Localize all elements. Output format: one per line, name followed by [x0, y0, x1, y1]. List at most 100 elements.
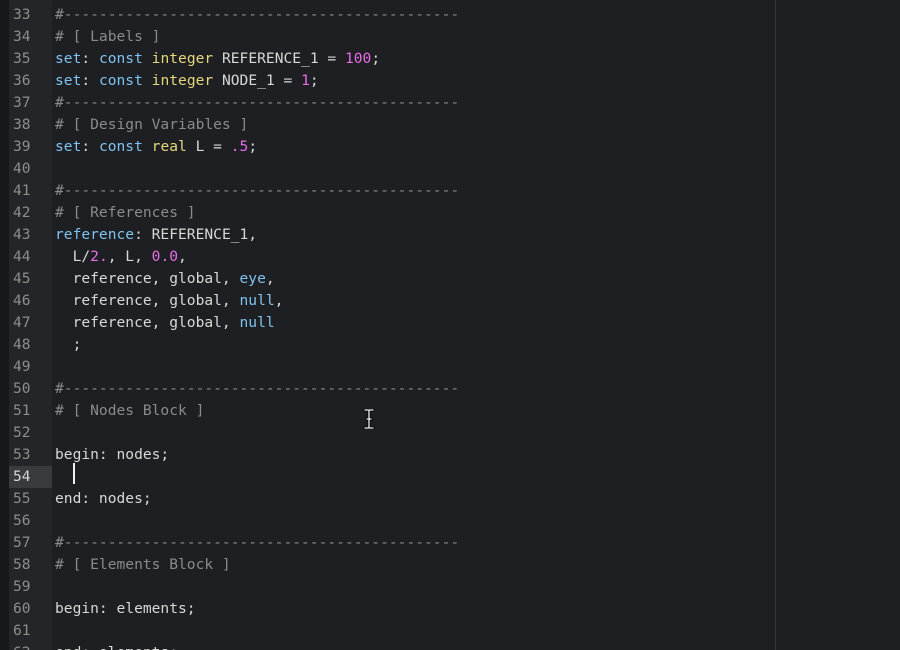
- code-line[interactable]: 60 begin: elements;: [0, 598, 900, 620]
- line-code[interactable]: set: const integer REFERENCE_1 = 100;: [55, 48, 380, 70]
- code-line[interactable]: 40: [0, 158, 900, 180]
- code-line[interactable]: 57 #-------------------------------------…: [0, 532, 900, 554]
- code-line[interactable]: 36 set: const integer NODE_1 = 1;: [0, 70, 900, 92]
- text-ibeam-cursor-icon: [363, 409, 375, 429]
- line-number: 34: [13, 28, 31, 45]
- line-code[interactable]: #---------------------------------------…: [55, 532, 459, 554]
- code-line[interactable]: 55 end: nodes;: [0, 488, 900, 510]
- code-line[interactable]: 37 #-------------------------------------…: [0, 92, 900, 114]
- code-token-plain: ,: [274, 292, 284, 309]
- code-token-plain: , L,: [107, 248, 152, 265]
- line-number: 59: [13, 578, 31, 595]
- code-line[interactable]: 51 # [ Nodes Block ]: [0, 400, 900, 422]
- code-line[interactable]: 33 #-------------------------------------…: [0, 4, 900, 26]
- line-number: 41: [13, 182, 31, 199]
- line-code[interactable]: #---------------------------------------…: [55, 180, 459, 202]
- code-token-comment: # [ Nodes Block ]: [55, 402, 205, 419]
- line-code[interactable]: # [ Nodes Block ]: [55, 400, 204, 422]
- code-token-type: integer: [151, 50, 214, 67]
- code-line[interactable]: 35 set: const integer REFERENCE_1 = 100;: [0, 48, 900, 70]
- code-token-plain: reference, global,: [55, 292, 240, 309]
- code-token-plain: NODE_1 =: [213, 72, 302, 89]
- text-caret: [73, 463, 75, 484]
- code-line[interactable]: 54: [0, 466, 900, 488]
- line-code[interactable]: reference: REFERENCE_1,: [55, 224, 257, 246]
- code-line[interactable]: 49: [0, 356, 900, 378]
- code-line[interactable]: 52: [0, 422, 900, 444]
- line-code[interactable]: reference, global, null: [55, 312, 275, 334]
- code-token-plain: REFERENCE_1 =: [213, 50, 345, 67]
- line-number: 35: [13, 50, 31, 67]
- line-number: 37: [13, 94, 31, 111]
- line-number: 48: [13, 336, 31, 353]
- line-code[interactable]: reference, global, eye,: [55, 268, 275, 290]
- code-token-plain: reference, global,: [55, 314, 240, 331]
- code-editor[interactable]: 33 #-------------------------------------…: [0, 0, 900, 650]
- code-line[interactable]: 47 reference, global, null: [0, 312, 900, 334]
- line-code[interactable]: begin: elements;: [55, 598, 196, 620]
- line-number: 38: [13, 116, 31, 133]
- line-code[interactable]: # [ Design Variables ]: [55, 114, 248, 136]
- line-code[interactable]: L/2., L, 0.0,: [55, 246, 187, 268]
- code-line[interactable]: 39 set: const real L = .5;: [0, 136, 900, 158]
- code-line[interactable]: 53 begin: nodes;: [0, 444, 900, 466]
- code-token-plain: ,: [178, 248, 187, 265]
- code-token-comment: #---------------------------------------…: [55, 94, 460, 111]
- line-code[interactable]: ;: [55, 334, 82, 356]
- line-code[interactable]: # [ References ]: [55, 202, 196, 224]
- line-code[interactable]: # [ Elements Block ]: [55, 554, 231, 576]
- line-number: 39: [13, 138, 31, 155]
- line-number: 54: [9, 466, 52, 488]
- code-line[interactable]: 50 #-------------------------------------…: [0, 378, 900, 400]
- line-number: 46: [13, 292, 31, 309]
- code-token-comment: #---------------------------------------…: [55, 182, 460, 199]
- code-token-plain: :: [81, 138, 99, 155]
- line-code[interactable]: end: elements;: [55, 642, 178, 650]
- code-token-builtin: eye: [239, 270, 266, 287]
- line-number: 49: [13, 358, 31, 375]
- line-code[interactable]: # [ Labels ]: [55, 26, 160, 48]
- code-token-comment: # [ Labels ]: [55, 28, 161, 45]
- line-code[interactable]: reference, global, null,: [55, 290, 284, 312]
- line-code[interactable]: #---------------------------------------…: [55, 4, 459, 26]
- code-line[interactable]: 44 L/2., L, 0.0,: [0, 246, 900, 268]
- code-line[interactable]: 48 ;: [0, 334, 900, 356]
- code-line[interactable]: 62end: elements;: [0, 642, 900, 650]
- code-line[interactable]: 46 reference, global, null,: [0, 290, 900, 312]
- line-code[interactable]: #---------------------------------------…: [55, 378, 459, 400]
- code-line[interactable]: 43 reference: REFERENCE_1,: [0, 224, 900, 246]
- code-token-type: integer: [151, 72, 214, 89]
- code-lines[interactable]: 33 #-------------------------------------…: [0, 4, 900, 650]
- line-number: 60: [13, 600, 31, 617]
- line-code[interactable]: set: const integer NODE_1 = 1;: [55, 70, 319, 92]
- code-token-plain: L/: [55, 248, 91, 265]
- code-line[interactable]: 56: [0, 510, 900, 532]
- code-line[interactable]: 34 # [ Labels ]: [0, 26, 900, 48]
- code-line[interactable]: 42 # [ References ]: [0, 202, 900, 224]
- code-token-kw: const: [98, 50, 143, 67]
- code-token-num: 100: [344, 50, 372, 67]
- code-token-plain: L =: [186, 138, 231, 155]
- line-number: 57: [13, 534, 31, 551]
- line-number: 45: [13, 270, 31, 287]
- line-code[interactable]: #---------------------------------------…: [55, 92, 459, 114]
- code-line[interactable]: 38 # [ Design Variables ]: [0, 114, 900, 136]
- code-line[interactable]: 58 # [ Elements Block ]: [0, 554, 900, 576]
- code-line[interactable]: 45 reference, global, eye,: [0, 268, 900, 290]
- line-code[interactable]: set: const real L = .5;: [55, 136, 257, 158]
- code-token-plain: :: [81, 72, 99, 89]
- code-token-num: 0.0: [151, 248, 179, 265]
- line-code[interactable]: end: nodes;: [55, 488, 152, 510]
- code-token-plain: ,: [265, 270, 275, 287]
- code-token-comment: # [ Design Variables ]: [55, 116, 249, 133]
- code-token-type: real: [151, 138, 187, 155]
- code-line[interactable]: 61: [0, 620, 900, 642]
- line-number: 44: [13, 248, 31, 265]
- code-token-comment: # [ Elements Block ]: [55, 556, 231, 573]
- code-line[interactable]: 41 #-------------------------------------…: [0, 180, 900, 202]
- line-number: 53: [13, 446, 31, 463]
- code-line[interactable]: 59: [0, 576, 900, 598]
